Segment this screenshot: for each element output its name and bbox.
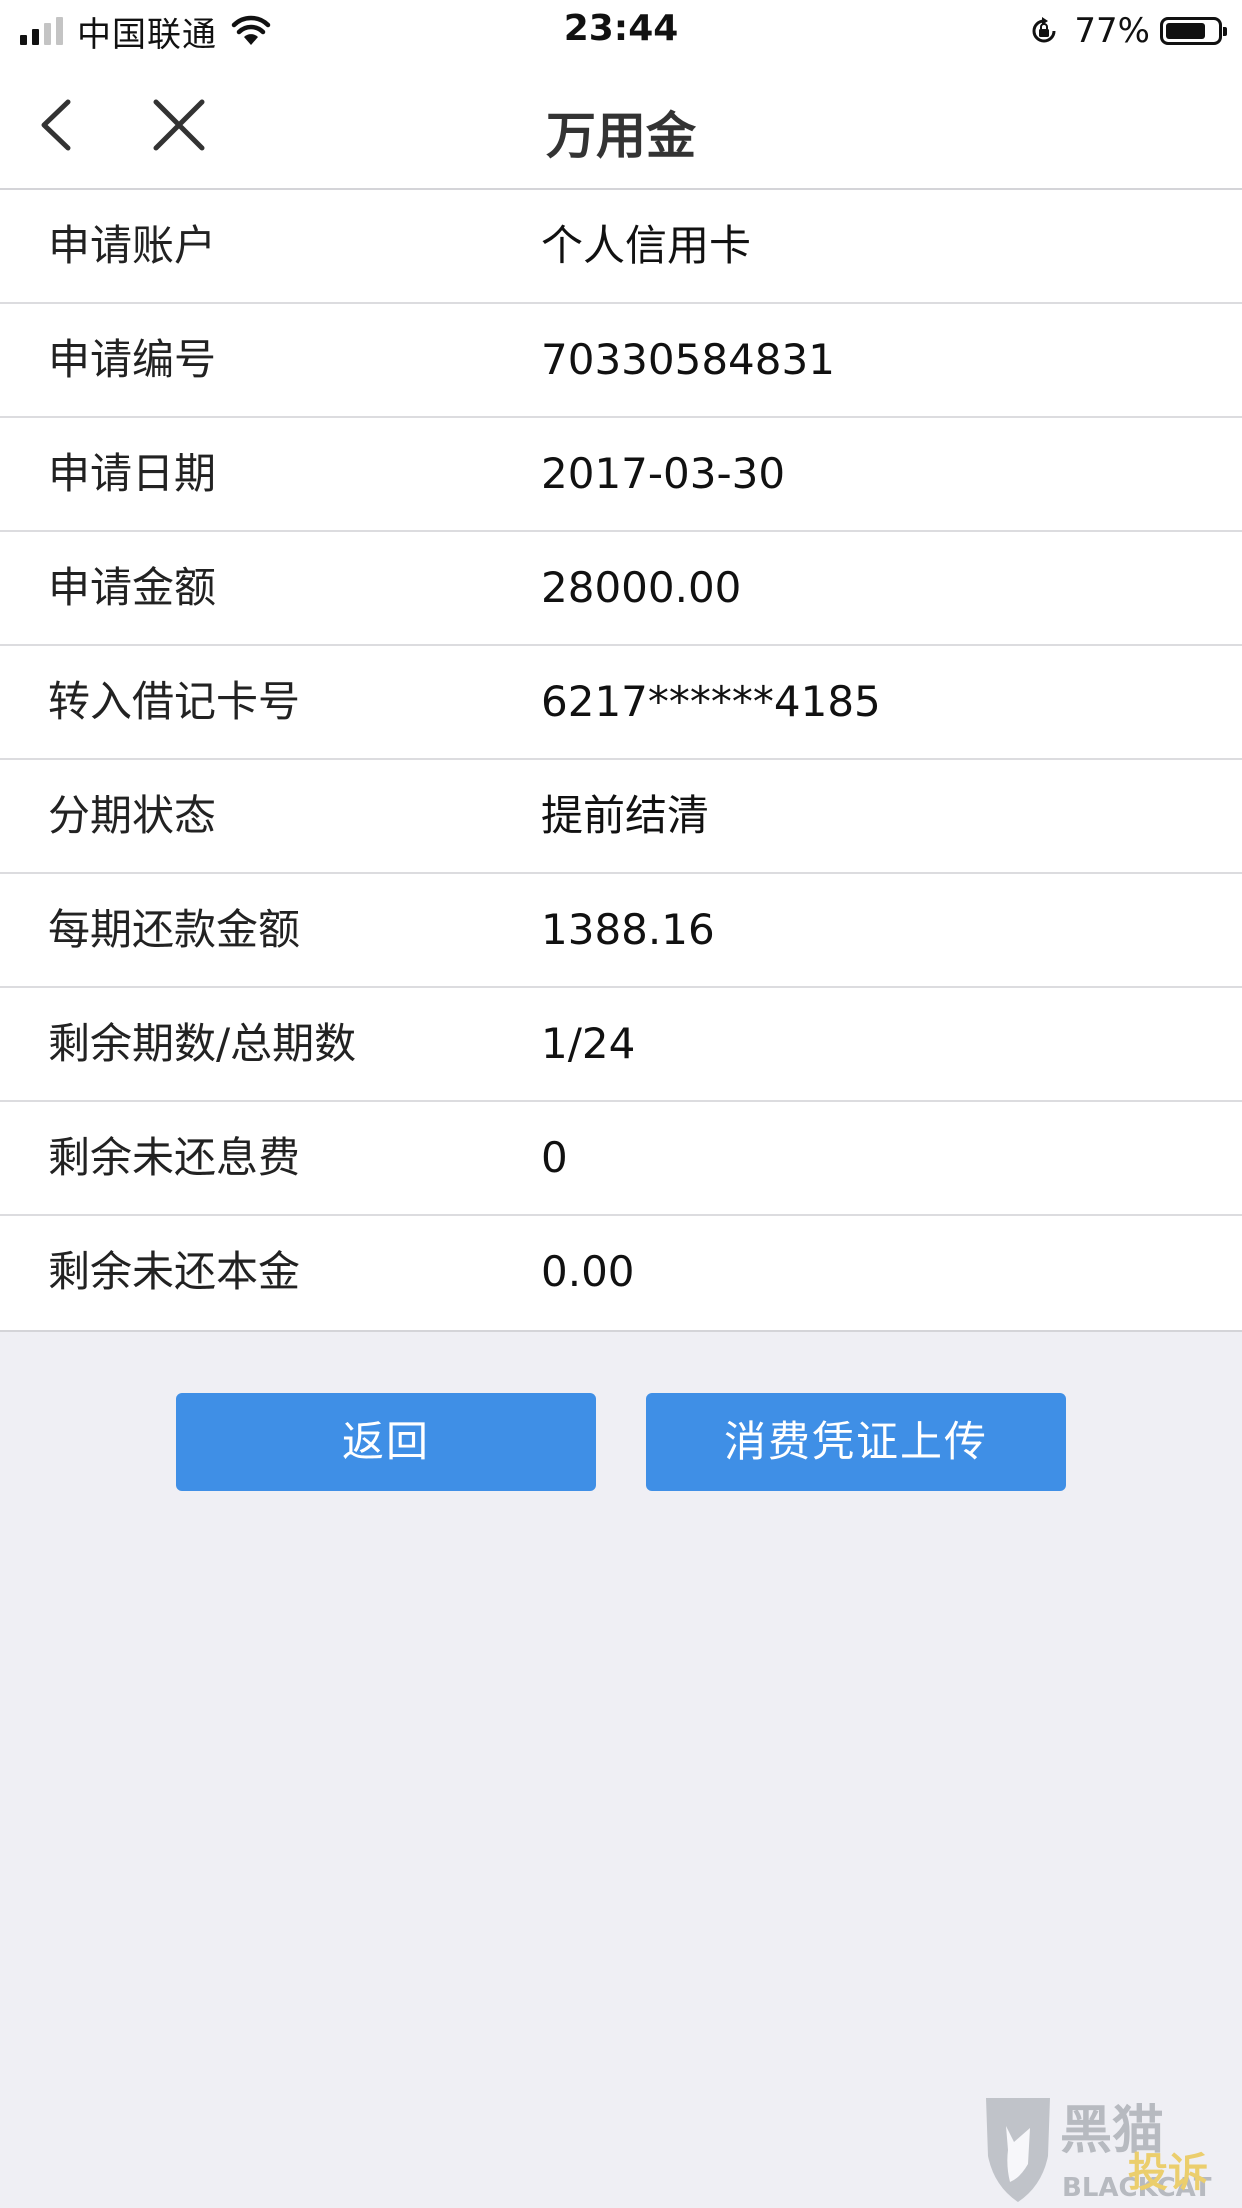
upload-receipt-button[interactable]: 消费凭证上传 bbox=[646, 1393, 1066, 1491]
detail-row-debit-card: 转入借记卡号 6217******4185 bbox=[0, 646, 1242, 760]
row-label: 分期状态 bbox=[48, 791, 217, 840]
row-value: 2017-03-30 bbox=[541, 449, 786, 498]
battery-fill bbox=[1166, 23, 1205, 39]
battery-percent: 77% bbox=[1074, 11, 1150, 51]
row-label: 申请日期 bbox=[48, 449, 217, 498]
row-value: 个人信用卡 bbox=[541, 221, 752, 270]
status-right: 77% bbox=[1028, 10, 1227, 52]
row-label: 剩余未还本金 bbox=[48, 1247, 301, 1296]
detail-row-application-date: 申请日期 2017-03-30 bbox=[0, 418, 1242, 532]
row-label: 剩余期数/总期数 bbox=[48, 1019, 357, 1068]
return-button[interactable]: 返回 bbox=[176, 1393, 596, 1491]
nav-bar: 万用金 bbox=[0, 62, 1242, 190]
row-value: 6217******4185 bbox=[541, 677, 881, 726]
detail-list: 申请账户 个人信用卡 申请编号 70330584831 申请日期 2017-03… bbox=[0, 190, 1242, 1332]
row-label: 剩余未还息费 bbox=[48, 1133, 301, 1182]
row-value: 0.00 bbox=[541, 1247, 635, 1296]
row-value: 70330584831 bbox=[541, 335, 835, 384]
row-label: 申请账户 bbox=[48, 221, 217, 270]
detail-row-remaining-principal: 剩余未还本金 0.00 bbox=[0, 1216, 1242, 1330]
row-value: 0 bbox=[541, 1133, 568, 1182]
row-value: 1388.16 bbox=[541, 905, 715, 954]
row-label: 每期还款金额 bbox=[48, 905, 301, 954]
detail-row-application-amount: 申请金额 28000.00 bbox=[0, 532, 1242, 646]
detail-row-remaining-periods: 剩余期数/总期数 1/24 bbox=[0, 988, 1242, 1102]
page-title: 万用金 bbox=[546, 107, 696, 165]
row-label: 申请金额 bbox=[48, 563, 217, 612]
detail-row-account: 申请账户 个人信用卡 bbox=[0, 190, 1242, 304]
detail-row-installment-status: 分期状态 提前结清 bbox=[0, 760, 1242, 874]
battery-icon bbox=[1160, 17, 1227, 45]
row-label: 申请编号 bbox=[48, 335, 217, 384]
row-value: 1/24 bbox=[541, 1019, 636, 1068]
row-value: 提前结清 bbox=[541, 791, 710, 840]
blackcat-watermark-logo: 黑猫 BLACKCAT 投诉 bbox=[986, 2098, 1212, 2203]
detail-row-remaining-interest: 剩余未还息费 0 bbox=[0, 1102, 1242, 1216]
detail-row-monthly-payment: 每期还款金额 1388.16 bbox=[0, 874, 1242, 988]
orientation-lock-icon bbox=[1032, 17, 1056, 43]
row-label: 转入借记卡号 bbox=[48, 677, 301, 726]
status-bar: 中国联通 23:44 77% bbox=[0, 0, 1242, 62]
watermark-overlay-text: 投诉 bbox=[1128, 2150, 1208, 2196]
row-value: 28000.00 bbox=[541, 563, 742, 612]
detail-row-application-number: 申请编号 70330584831 bbox=[0, 304, 1242, 418]
